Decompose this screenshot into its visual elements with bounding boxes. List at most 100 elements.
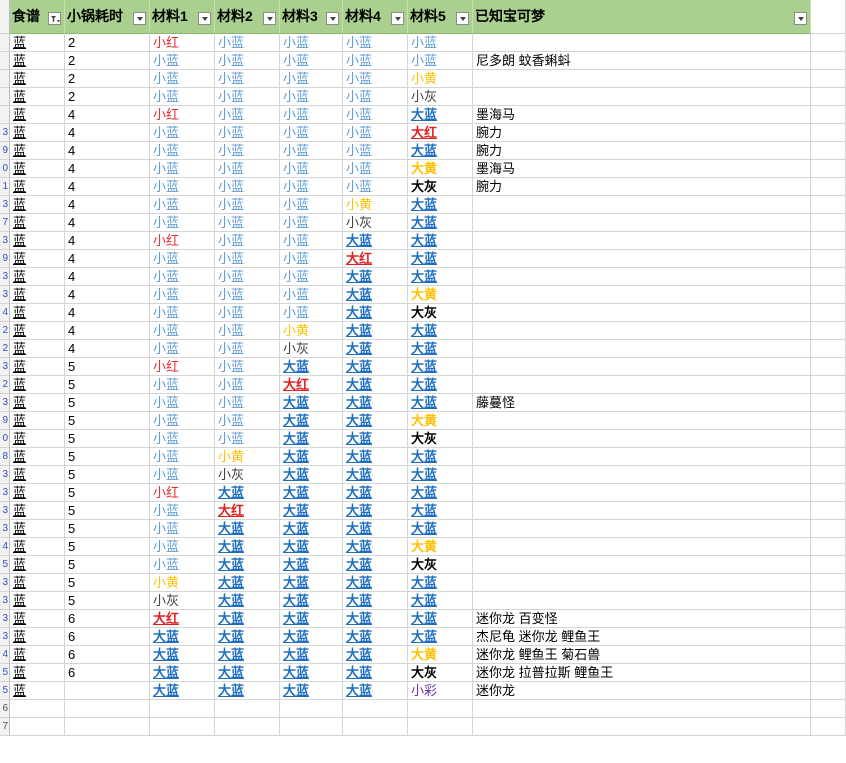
row-header[interactable]: 3 <box>0 196 10 214</box>
cell-material-4[interactable]: 小蓝 <box>343 34 408 52</box>
cell-material-1[interactable] <box>150 700 215 718</box>
chevron-down-icon[interactable] <box>794 12 807 25</box>
cell-material-4[interactable]: 大蓝 <box>343 538 408 556</box>
empty-cell[interactable] <box>811 34 846 52</box>
cell-material-4[interactable]: 大蓝 <box>343 502 408 520</box>
row-header[interactable]: 5 <box>0 682 10 700</box>
cell-cook-time[interactable]: 5 <box>65 430 150 448</box>
cell-material-2[interactable]: 大蓝 <box>215 592 280 610</box>
cell-material-3[interactable]: 小蓝 <box>280 178 343 196</box>
cell-material-1[interactable]: 小蓝 <box>150 502 215 520</box>
cell-material-3[interactable]: 小蓝 <box>280 268 343 286</box>
cell-material-1[interactable]: 大蓝 <box>150 628 215 646</box>
cell-material-3[interactable]: 小蓝 <box>280 52 343 70</box>
cell-material-1[interactable]: 小蓝 <box>150 142 215 160</box>
cell-material-3[interactable]: 小蓝 <box>280 196 343 214</box>
cell-known-pokemon[interactable] <box>473 286 811 304</box>
empty-cell[interactable] <box>811 268 846 286</box>
cell-cook-time[interactable]: 6 <box>65 646 150 664</box>
cell-recipe[interactable]: 蓝 <box>10 376 65 394</box>
row-header[interactable]: 3 <box>0 124 10 142</box>
cell-cook-time[interactable] <box>65 682 150 700</box>
cell-material-5[interactable]: 大黄 <box>408 160 473 178</box>
cell-material-3[interactable]: 小蓝 <box>280 106 343 124</box>
cell-material-1[interactable]: 小蓝 <box>150 250 215 268</box>
cell-material-3[interactable]: 大蓝 <box>280 682 343 700</box>
cell-material-2[interactable]: 小蓝 <box>215 322 280 340</box>
cell-material-2[interactable]: 小蓝 <box>215 34 280 52</box>
cell-material-1[interactable]: 小蓝 <box>150 160 215 178</box>
cell-material-4[interactable]: 小蓝 <box>343 142 408 160</box>
row-header[interactable]: 4 <box>0 646 10 664</box>
cell-material-5[interactable]: 大蓝 <box>408 610 473 628</box>
empty-cell[interactable] <box>811 52 846 70</box>
cell-material-5[interactable]: 大蓝 <box>408 358 473 376</box>
cell-material-5[interactable]: 大黄 <box>408 538 473 556</box>
cell-material-1[interactable]: 小蓝 <box>150 466 215 484</box>
cell-material-5[interactable]: 大灰 <box>408 556 473 574</box>
cell-cook-time[interactable]: 5 <box>65 394 150 412</box>
row-header[interactable]: 2 <box>0 340 10 358</box>
row-header[interactable] <box>0 52 10 70</box>
cell-material-1[interactable]: 小蓝 <box>150 52 215 70</box>
cell-material-1[interactable]: 小蓝 <box>150 412 215 430</box>
cell-material-1[interactable] <box>150 718 215 736</box>
row-header[interactable] <box>0 106 10 124</box>
cell-material-5[interactable]: 大蓝 <box>408 502 473 520</box>
cell-material-1[interactable]: 小黄 <box>150 574 215 592</box>
cell-material-3[interactable]: 大蓝 <box>280 646 343 664</box>
empty-cell[interactable] <box>811 592 846 610</box>
cell-material-5[interactable]: 大蓝 <box>408 106 473 124</box>
row-header[interactable]: 7 <box>0 718 10 736</box>
cell-material-2[interactable]: 大蓝 <box>215 484 280 502</box>
cell-known-pokemon[interactable] <box>473 574 811 592</box>
row-header[interactable]: 3 <box>0 502 10 520</box>
cell-material-2[interactable]: 大蓝 <box>215 610 280 628</box>
cell-material-1[interactable]: 小蓝 <box>150 88 215 106</box>
cell-cook-time[interactable]: 4 <box>65 232 150 250</box>
cell-material-2[interactable]: 小蓝 <box>215 286 280 304</box>
header-material-1[interactable]: 材料1 <box>150 0 215 34</box>
cell-material-4[interactable]: 大蓝 <box>343 520 408 538</box>
cell-material-2[interactable]: 小蓝 <box>215 70 280 88</box>
cell-recipe[interactable]: 蓝 <box>10 664 65 682</box>
cell-material-3[interactable]: 大蓝 <box>280 502 343 520</box>
cell-material-5[interactable]: 大蓝 <box>408 466 473 484</box>
cell-known-pokemon[interactable]: 墨海马 <box>473 106 811 124</box>
cell-material-1[interactable]: 小蓝 <box>150 70 215 88</box>
cell-material-2[interactable]: 小蓝 <box>215 88 280 106</box>
cell-known-pokemon[interactable] <box>473 232 811 250</box>
cell-recipe[interactable]: 蓝 <box>10 520 65 538</box>
cell-recipe[interactable]: 蓝 <box>10 394 65 412</box>
cell-material-4[interactable]: 小蓝 <box>343 70 408 88</box>
cell-material-5[interactable]: 大灰 <box>408 430 473 448</box>
cell-known-pokemon[interactable]: 迷你龙 鲤鱼王 菊石兽 <box>473 646 811 664</box>
cell-material-2[interactable]: 小黄 <box>215 448 280 466</box>
cell-material-4[interactable]: 大蓝 <box>343 358 408 376</box>
select-all-corner[interactable] <box>0 0 10 34</box>
cell-material-3[interactable]: 小蓝 <box>280 124 343 142</box>
cell-material-1[interactable]: 小蓝 <box>150 178 215 196</box>
cell-material-5[interactable]: 大灰 <box>408 664 473 682</box>
cell-cook-time[interactable]: 5 <box>65 484 150 502</box>
cell-recipe[interactable]: 蓝 <box>10 160 65 178</box>
empty-cell[interactable] <box>811 286 846 304</box>
cell-material-4[interactable]: 小蓝 <box>343 88 408 106</box>
cell-material-4[interactable]: 大蓝 <box>343 646 408 664</box>
cell-recipe[interactable]: 蓝 <box>10 106 65 124</box>
cell-material-4[interactable]: 大蓝 <box>343 376 408 394</box>
row-header[interactable]: 3 <box>0 358 10 376</box>
cell-material-5[interactable]: 大黄 <box>408 286 473 304</box>
cell-material-2[interactable] <box>215 700 280 718</box>
cell-known-pokemon[interactable] <box>473 502 811 520</box>
cell-material-5[interactable]: 大黄 <box>408 646 473 664</box>
empty-cell[interactable] <box>811 142 846 160</box>
empty-cell[interactable] <box>811 430 846 448</box>
cell-material-4[interactable]: 小黄 <box>343 196 408 214</box>
empty-cell[interactable] <box>811 538 846 556</box>
cell-known-pokemon[interactable]: 墨海马 <box>473 160 811 178</box>
cell-material-4[interactable]: 小蓝 <box>343 160 408 178</box>
cell-material-4[interactable]: 大蓝 <box>343 394 408 412</box>
header-material-2[interactable]: 材料2 <box>215 0 280 34</box>
cell-material-5[interactable]: 大蓝 <box>408 448 473 466</box>
